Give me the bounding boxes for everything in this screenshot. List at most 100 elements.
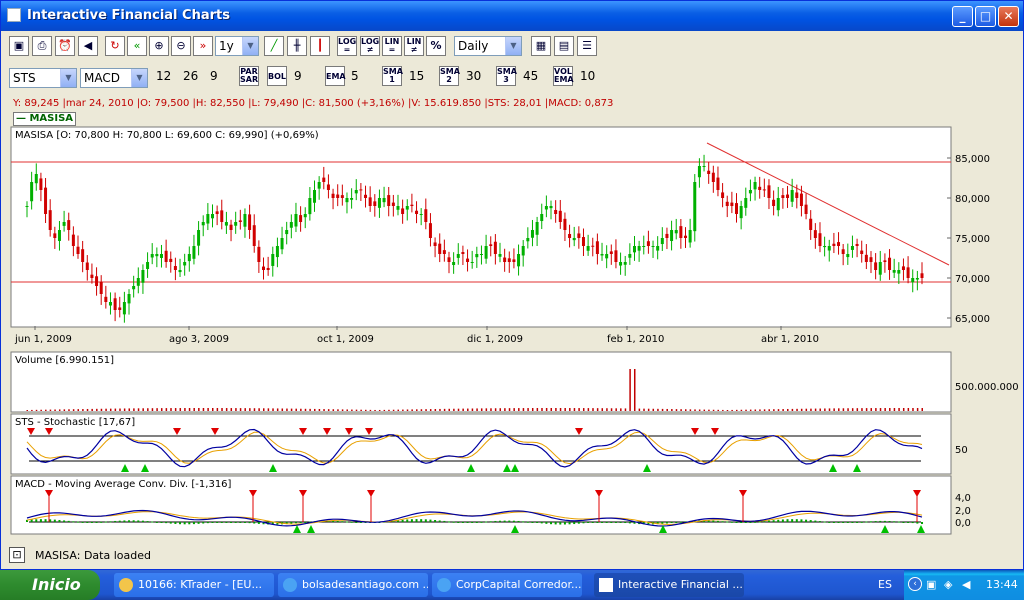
macd-histogram-bar: [234, 522, 237, 523]
period-select[interactable]: 1y ▼: [215, 36, 259, 56]
alarm-icon[interactable]: ⏰: [55, 36, 75, 56]
start-button[interactable]: Inicio: [0, 570, 100, 600]
candle-body: [192, 246, 196, 259]
maximize-button[interactable]: □: [975, 6, 996, 27]
sound-icon[interactable]: ◀: [78, 36, 98, 56]
ema-button[interactable]: EMA: [325, 66, 346, 86]
price-x-tick: oct 1, 2009: [317, 334, 374, 345]
sma3-button[interactable]: SMA 3: [496, 66, 517, 86]
volume-bar: [179, 408, 182, 411]
candle-body: [753, 182, 757, 190]
volema-button[interactable]: VOL EMA: [553, 66, 574, 86]
candle-body: [697, 166, 701, 178]
macd-histogram-bar: [179, 522, 182, 525]
volume-bar: [170, 408, 172, 411]
bar-chart-icon[interactable]: ╫: [287, 36, 307, 56]
zoom-in-icon[interactable]: ⊕: [149, 36, 169, 56]
price-x-ticks: jun 1, 2009 ago 3, 2009 oct 1, 2009 dic 1, …: [14, 334, 819, 345]
candle-body: [294, 214, 298, 227]
scroll-left-icon[interactable]: «: [127, 36, 147, 56]
indicator1-select[interactable]: STS ▼: [9, 68, 77, 88]
clock[interactable]: 13:44: [986, 578, 1018, 591]
line-chart-icon[interactable]: ╱: [264, 36, 284, 56]
candlestick-icon[interactable]: ┃: [310, 36, 330, 56]
interval-value: Daily: [458, 39, 489, 53]
close-button[interactable]: ✕: [998, 6, 1019, 27]
price-x-tick: ago 3, 2009: [169, 334, 229, 345]
sma3-value[interactable]: 45: [523, 69, 538, 83]
task-corpcapital[interactable]: CorpCapital Corredor...: [432, 573, 582, 597]
zoom-out-icon[interactable]: ⊖: [171, 36, 191, 56]
network-icon[interactable]: ▣: [926, 578, 936, 591]
chart-view-icon[interactable]: ▤: [554, 36, 574, 56]
candle-body: [442, 250, 446, 254]
candle-body: [104, 296, 108, 302]
macd-histogram-bar: [531, 522, 534, 523]
volume-bar: [661, 408, 664, 411]
print-icon[interactable]: ⎙: [32, 36, 52, 56]
macd-histogram-bar: [619, 522, 622, 523]
status-bar: ⊡ MASISA: Data loaded: [7, 545, 1019, 565]
macd-histogram-bar: [452, 521, 455, 523]
minimize-button[interactable]: _: [952, 6, 973, 27]
sma1-button[interactable]: SMA 1: [382, 66, 403, 86]
table-view-icon[interactable]: ☰: [577, 36, 597, 56]
color-icon[interactable]: ▦: [531, 36, 551, 56]
sma2-value[interactable]: 30: [466, 69, 481, 83]
candle-body: [150, 254, 154, 258]
volume-bar: [216, 408, 219, 411]
interval-select[interactable]: Daily ▼: [454, 36, 522, 56]
volume-bar: [193, 408, 195, 411]
candle-body: [623, 262, 627, 265]
candle-body: [563, 218, 567, 230]
title-bar[interactable]: Interactive Financial Charts _ □ ✕: [1, 1, 1023, 31]
candle-body: [781, 195, 785, 198]
volume-bar: [100, 408, 103, 411]
bol-value[interactable]: 9: [294, 69, 302, 83]
macd-histogram-bar: [336, 520, 339, 522]
macd-signal[interactable]: 9: [210, 69, 218, 83]
parsar-button[interactable]: PAR SAR: [239, 66, 259, 86]
language-indicator[interactable]: ES: [878, 578, 892, 591]
volume-bar: [332, 409, 335, 411]
candle-body: [786, 194, 790, 198]
sma2-button[interactable]: SMA 2: [439, 66, 460, 86]
macd-histogram-bar: [216, 522, 219, 523]
candle-body: [605, 254, 609, 259]
task-ktrader[interactable]: 10166: KTrader - [EU...: [114, 573, 274, 597]
candle-body: [818, 233, 822, 246]
sma1-value[interactable]: 15: [409, 69, 424, 83]
percent-button[interactable]: %: [426, 36, 446, 56]
macd-histogram-bar: [814, 520, 817, 522]
macd-slow[interactable]: 26: [183, 69, 198, 83]
tray-expand-icon[interactable]: ‹: [908, 577, 922, 591]
bol-button[interactable]: BOL: [267, 66, 287, 86]
candle-body: [799, 193, 803, 206]
macd-histogram-bar: [550, 522, 553, 525]
lin-notequal-button[interactable]: LIN ≠: [404, 36, 424, 56]
volume-bar: [300, 408, 302, 411]
task-interactive-charts[interactable]: Interactive Financial ...: [594, 573, 744, 597]
lin-equal-button[interactable]: LIN =: [382, 36, 402, 56]
volume-icon[interactable]: ◀: [962, 578, 970, 591]
macd-histogram-bar: [744, 522, 747, 523]
refresh-icon[interactable]: ↻: [105, 36, 125, 56]
log-notequal-button[interactable]: LOG ≠: [360, 36, 380, 56]
task-bolsa[interactable]: bolsadesantiago.com ...: [278, 573, 428, 597]
volume-bar: [355, 409, 358, 411]
volume-bar: [142, 408, 144, 411]
system-tray: ‹ ▣ ◈ ◀ 13:44: [904, 570, 1024, 600]
log-equal-button[interactable]: LOG =: [337, 36, 357, 56]
volema-value[interactable]: 10: [580, 69, 595, 83]
macd-fast[interactable]: 12: [156, 69, 171, 83]
volume-bar: [833, 408, 835, 411]
scroll-right-icon[interactable]: »: [193, 36, 213, 56]
volume-bar: [671, 409, 673, 411]
indicator2-select[interactable]: MACD ▼: [80, 68, 148, 88]
volume-bar: [531, 408, 534, 411]
save-icon[interactable]: ▣: [9, 36, 29, 56]
chart-area[interactable]: 85,000 80,000 75,000 70,000 65,000 jun 1, 20…: [7, 126, 1019, 546]
ema-value[interactable]: 5: [351, 69, 359, 83]
security-icon[interactable]: ◈: [944, 578, 952, 591]
macd-histogram-bar: [791, 519, 794, 522]
